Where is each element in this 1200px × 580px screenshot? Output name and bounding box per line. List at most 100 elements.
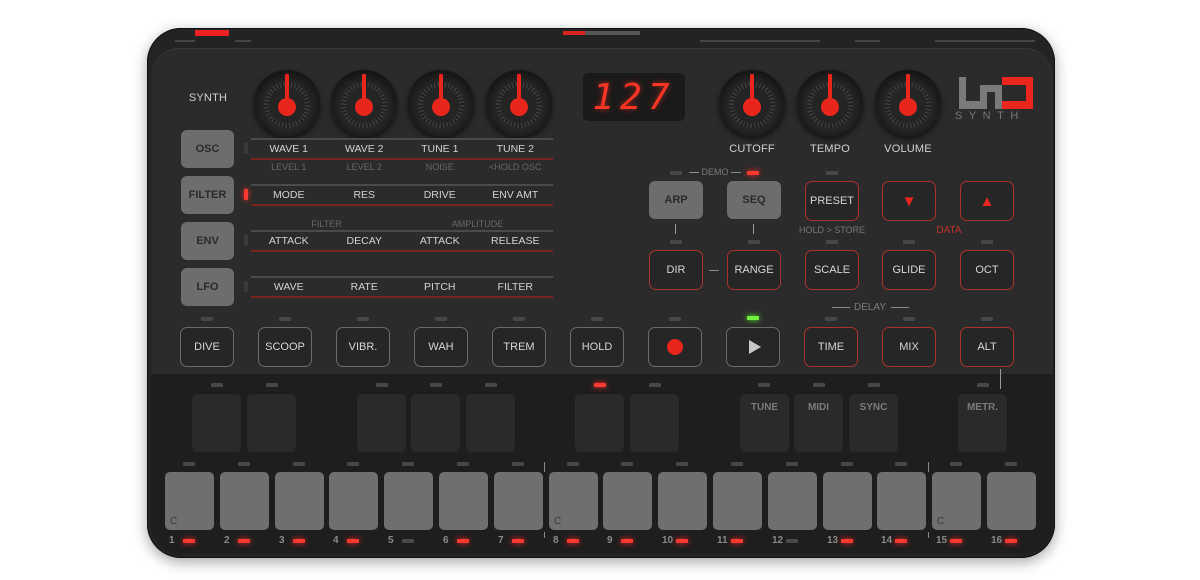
oct-button[interactable]: OCT [960, 250, 1014, 290]
step-number: 14 [881, 535, 893, 546]
step-pad-8[interactable]: C [549, 472, 598, 530]
scale-button[interactable]: SCALE [805, 250, 859, 290]
param-label: WAVE 1 [269, 143, 308, 155]
step-top-led [567, 462, 579, 466]
top-label-mark [700, 40, 820, 42]
data-down-button[interactable]: ▼ [882, 181, 936, 221]
env-param-row: ATTACK DECAY ATTACK RELEASE [251, 230, 553, 252]
step-pad-12[interactable] [768, 472, 817, 530]
wah-button[interactable]: WAH [414, 327, 468, 367]
dive-button[interactable]: DIVE [180, 327, 234, 367]
mode-led-env [244, 235, 248, 246]
top-label-mark [935, 40, 1035, 42]
knob-tempo[interactable] [797, 70, 863, 136]
param-label: FILTER [497, 281, 533, 293]
metronome-pad[interactable]: METR. [958, 394, 1007, 452]
midi-pad[interactable]: MIDI [794, 394, 843, 452]
demo-line [689, 172, 699, 173]
mode-button-osc[interactable]: OSC [181, 130, 234, 168]
seq-button[interactable]: SEQ [727, 181, 781, 219]
volume-label: VOLUME [884, 143, 932, 155]
black-key-pad[interactable] [357, 394, 406, 452]
step-led [238, 539, 250, 543]
knob-wave-2[interactable] [331, 70, 397, 136]
param-label: DECAY [346, 235, 382, 247]
step-led [347, 539, 359, 543]
step-pad-9[interactable] [603, 472, 652, 530]
step-pad-2[interactable] [220, 472, 269, 530]
arp-dir-link [675, 224, 676, 234]
step-number: 5 [388, 535, 394, 546]
trem-button[interactable]: TREM [492, 327, 546, 367]
note-label: C [170, 516, 178, 527]
param-sublabel: LEVEL 1 [271, 162, 307, 172]
data-up-button[interactable]: ▲ [960, 181, 1014, 221]
glide-button[interactable]: GLIDE [882, 250, 936, 290]
octave-divider [544, 532, 545, 538]
step-top-led [621, 462, 633, 466]
step-pad-1[interactable]: C [165, 472, 214, 530]
black-key-led [485, 383, 497, 387]
step-pad-6[interactable] [439, 472, 488, 530]
step-pad-13[interactable] [823, 472, 872, 530]
mode-button-lfo[interactable]: LFO [181, 268, 234, 306]
arp-button[interactable]: ARP [649, 181, 703, 219]
knob-wave-1[interactable] [254, 70, 320, 136]
top-connector-indicator [563, 31, 585, 35]
black-key-pad[interactable] [575, 394, 624, 452]
hold-led [591, 317, 603, 321]
top-label-mark [855, 40, 880, 42]
tune-pad[interactable]: TUNE [740, 394, 789, 452]
vibr-led [357, 317, 369, 321]
knob-volume[interactable] [875, 70, 941, 136]
black-key-pad[interactable] [630, 394, 679, 452]
knob-tune-1[interactable] [408, 70, 474, 136]
record-button[interactable] [648, 327, 702, 367]
step-led [950, 539, 962, 543]
black-key-led [430, 383, 442, 387]
range-button[interactable]: RANGE [727, 250, 781, 290]
mode-button-env[interactable]: ENV [181, 222, 234, 260]
env-amplitude-header: AMPLITUDE [402, 219, 553, 229]
step-pad-11[interactable] [713, 472, 762, 530]
sync-pad[interactable]: SYNC [849, 394, 898, 452]
delay-mix-button[interactable]: MIX [882, 327, 936, 367]
step-top-led [1005, 462, 1017, 466]
octave-divider [928, 532, 929, 538]
knob-tune-2[interactable] [486, 70, 552, 136]
delay-line [891, 307, 909, 308]
alt-button[interactable]: ALT [960, 327, 1014, 367]
step-pad-14[interactable] [877, 472, 926, 530]
black-key-led [376, 383, 388, 387]
step-pad-4[interactable] [329, 472, 378, 530]
black-key-pad[interactable] [247, 394, 296, 452]
delay-line [832, 307, 850, 308]
play-button[interactable] [726, 327, 780, 367]
step-pad-16[interactable] [987, 472, 1036, 530]
step-led [293, 539, 305, 543]
step-led [402, 539, 414, 543]
dir-button[interactable]: DIR [649, 250, 703, 290]
step-led [183, 539, 195, 543]
black-key-pad[interactable] [466, 394, 515, 452]
dir-led [670, 240, 682, 244]
step-pad-10[interactable] [658, 472, 707, 530]
vibr-button[interactable]: VIBR. [336, 327, 390, 367]
step-pad-7[interactable] [494, 472, 543, 530]
arp-led [670, 171, 682, 175]
step-pad-3[interactable] [275, 472, 324, 530]
black-key-pad[interactable] [192, 394, 241, 452]
synth-label: SYNTH [188, 92, 228, 104]
preset-button[interactable]: PRESET [805, 181, 859, 221]
scoop-button[interactable]: SCOOP [258, 327, 312, 367]
param-label: ATTACK [419, 235, 460, 247]
hold-button[interactable]: HOLD [570, 327, 624, 367]
step-top-led [238, 462, 250, 466]
knob-cutoff[interactable] [719, 70, 785, 136]
mode-button-filter[interactable]: FILTER [181, 176, 234, 214]
step-pad-5[interactable] [384, 472, 433, 530]
step-pad-15[interactable]: C [932, 472, 981, 530]
step-top-led [676, 462, 688, 466]
black-key-pad[interactable] [411, 394, 460, 452]
delay-time-button[interactable]: TIME [804, 327, 858, 367]
